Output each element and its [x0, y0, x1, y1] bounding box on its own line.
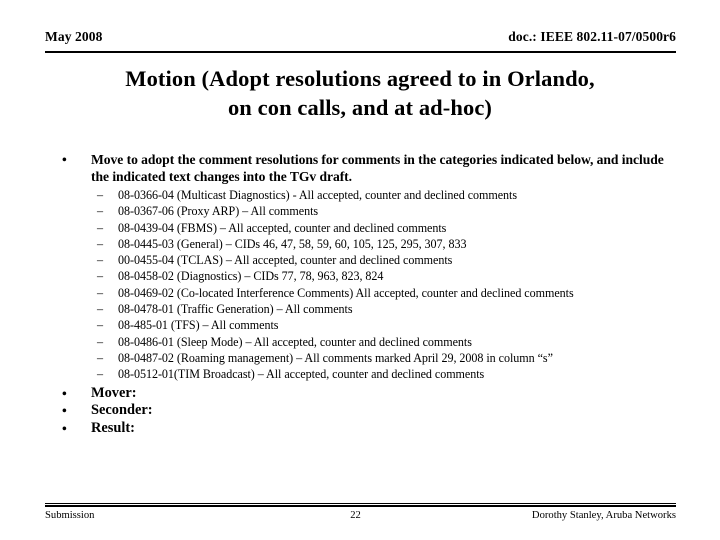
list-item-text: 08-485-01 (TFS) – All comments: [118, 318, 279, 333]
dash-marker-icon: –: [97, 204, 103, 219]
list-item: – 08-0486-01 (Sleep Mode) – All accepted…: [45, 334, 685, 350]
dash-marker-icon: –: [97, 220, 103, 235]
dash-marker-icon: –: [97, 318, 103, 333]
list-item: – 08-0458-02 (Diagnostics) – CIDs 77, 78…: [45, 268, 685, 284]
bullet-marker-icon: •: [62, 420, 67, 436]
list-item-text: 08-0486-01 (Sleep Mode) – All accepted, …: [118, 334, 472, 349]
dash-marker-icon: –: [97, 334, 103, 349]
header-date: May 2008: [45, 29, 103, 44]
list-item-text: 08-0512-01(TIM Broadcast) – All accepted…: [118, 367, 485, 382]
list-item-text: 00-0455-04 (TCLAS) – All accepted, count…: [118, 253, 453, 268]
list-item: – 08-0512-01(TIM Broadcast) – All accept…: [45, 366, 685, 382]
footer-rule-thick: [45, 505, 676, 507]
motion-field-seconder: • Seconder:: [45, 402, 685, 420]
header-doc-id: doc.: IEEE 802.11-07/0500r6: [508, 29, 676, 44]
list-item: – 08-0469-02 (Co-located Interference Co…: [45, 285, 685, 301]
list-item-text: 08-0487-02 (Roaming management) – All co…: [118, 350, 553, 365]
bullet-marker-icon: •: [62, 152, 67, 167]
list-item-text: 08-0439-04 (FBMS) – All accepted, counte…: [118, 220, 447, 235]
motion-field-label: Result:: [91, 419, 135, 436]
slide-title: Motion (Adopt resolutions agreed to in O…: [52, 64, 668, 122]
dash-marker-icon: –: [97, 236, 103, 251]
bullet-intro-text: Move to adopt the comment resolutions fo…: [91, 152, 664, 184]
motion-field-label: Mover:: [91, 384, 137, 401]
motion-field-result: • Result:: [45, 420, 685, 438]
bullet-marker-icon: •: [62, 403, 67, 419]
list-item-text: 08-0478-01 (Traffic Generation) – All co…: [118, 302, 353, 317]
list-item: – 08-0366-04 (Multicast Diagnostics) - A…: [45, 187, 685, 203]
dash-marker-icon: –: [97, 285, 103, 300]
list-item-text: 08-0445-03 (General) – CIDs 46, 47, 58, …: [118, 236, 467, 251]
slide-title-line-2: on con calls, and at ad-hoc): [227, 95, 493, 120]
list-item-text: 08-0458-02 (Diagnostics) – CIDs 77, 78, …: [118, 269, 384, 284]
list-item: – 08-0439-04 (FBMS) – All accepted, coun…: [45, 220, 685, 236]
slide-body: • Move to adopt the comment resolutions …: [45, 152, 685, 437]
dash-marker-icon: –: [97, 350, 103, 365]
list-item-text: 08-0366-04 (Multicast Diagnostics) - All…: [118, 188, 518, 202]
footer-author: Dorothy Stanley, Aruba Networks: [531, 510, 676, 521]
list-item: – 08-0487-02 (Roaming management) – All …: [45, 350, 685, 366]
slide-footer: Submission 22 Dorothy Stanley, Aruba Net…: [45, 503, 676, 523]
dash-marker-icon: –: [97, 253, 103, 268]
list-item: – 00-0455-04 (TCLAS) – All accepted, cou…: [45, 252, 685, 268]
footer-page-number-text: 22: [350, 510, 361, 521]
dash-marker-icon: –: [97, 269, 103, 284]
bullet-marker-icon: •: [62, 385, 67, 401]
list-item: – 08-485-01 (TFS) – All comments: [45, 317, 685, 333]
footer-rule-thin: [45, 503, 676, 504]
motion-field-label: Seconder:: [91, 402, 153, 419]
list-item-text: 08-0367-06 (Proxy ARP) – All comments: [118, 204, 319, 219]
list-item: – 08-0445-03 (General) – CIDs 46, 47, 58…: [45, 236, 685, 252]
list-item-text: 08-0469-02 (Co-located Interference Comm…: [118, 285, 574, 300]
motion-field-mover: • Mover:: [45, 385, 685, 403]
slide: May 2008 doc.: IEEE 802.11-07/0500r6 Mot…: [0, 0, 720, 540]
bullet-intro: • Move to adopt the comment resolutions …: [45, 152, 685, 185]
list-item: – 08-0367-06 (Proxy ARP) – All comments: [45, 203, 685, 219]
slide-header: May 2008 doc.: IEEE 802.11-07/0500r6: [45, 29, 676, 53]
motion-fields: • Mover: • Seconder: • Result:: [45, 385, 685, 438]
dash-marker-icon: –: [97, 302, 103, 317]
document-list: – 08-0366-04 (Multicast Diagnostics) - A…: [45, 187, 685, 383]
list-item: – 08-0478-01 (Traffic Generation) – All …: [45, 301, 685, 317]
dash-marker-icon: –: [97, 367, 103, 382]
dash-marker-icon: –: [97, 188, 103, 202]
slide-title-line-1: Motion (Adopt resolutions agreed to in O…: [125, 66, 595, 91]
